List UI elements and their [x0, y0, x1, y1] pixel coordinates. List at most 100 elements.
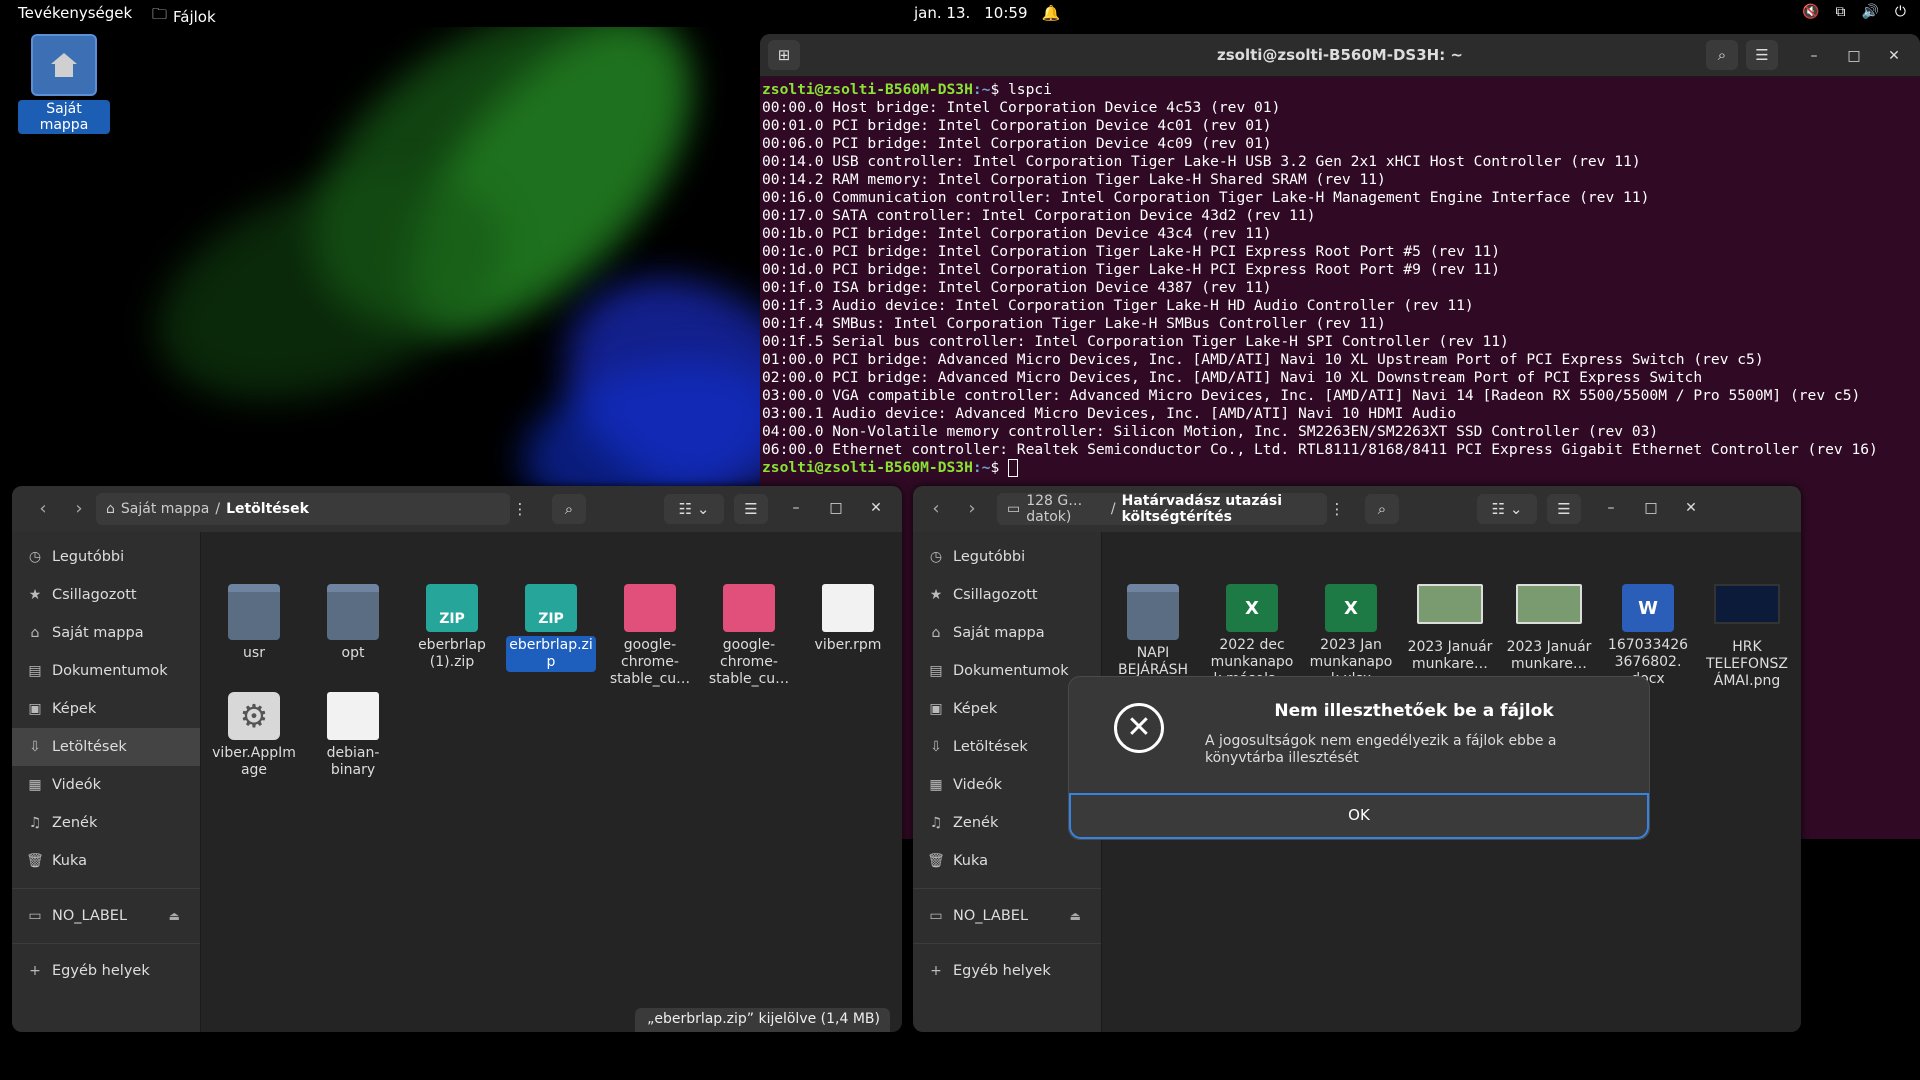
sidebar-item-starred[interactable]: ★ Csillagozott	[12, 576, 200, 614]
back-button[interactable]: ‹	[28, 495, 58, 523]
sidebar-item-drive[interactable]: ▭ NO_LABEL ⏏	[12, 897, 200, 935]
file-item[interactable]: W 167033426 3676802. docx	[1603, 584, 1693, 689]
maximize-button[interactable]: □	[1842, 44, 1866, 68]
search-button[interactable]: ⌕	[552, 494, 586, 524]
minimize-button[interactable]: –	[1599, 496, 1623, 520]
file-item[interactable]: 2023 Január munkare…	[1504, 584, 1594, 674]
sidebar-item-label: Dokumentumok	[953, 663, 1069, 679]
terminal-titlebar[interactable]: ⊞ zsolti@zsolti-B560M-DS3H: ~ ⌕ ☰ – □ ✕	[760, 34, 1920, 77]
clock[interactable]: jan. 13. 10:59 🔔	[914, 4, 1060, 22]
file-item[interactable]: viber.rpm	[803, 584, 893, 655]
music-icon: ♫	[28, 815, 42, 831]
path-menu-button[interactable]: ⋮	[508, 494, 532, 524]
sidebar-item-label: Képek	[953, 701, 998, 717]
paste-error-dialog[interactable]: ✕ Nem illeszthetőek be a fájlok A jogosu…	[1068, 676, 1650, 840]
file-item[interactable]: X2023 Jan munkanapo k.xlsx	[1306, 584, 1396, 689]
activities-button[interactable]: Tevékenységek	[18, 4, 132, 22]
sidebar-item-label: Csillagozott	[953, 587, 1038, 603]
menu-button[interactable]: ☰	[1547, 494, 1581, 524]
close-button[interactable]: ✕	[1882, 44, 1906, 68]
menu-button[interactable]: ☰	[1746, 40, 1778, 70]
view-toggle-button[interactable]: ☷ ⌄	[664, 494, 724, 524]
sidebar-item-trash[interactable]: 🗑 Kuka	[12, 842, 200, 880]
terminal-line: 00:14.2 RAM memory: Intel Corporation Ti…	[762, 171, 1386, 188]
breadcrumb-separator: /	[1110, 501, 1116, 517]
sidebar-item-recent[interactable]: ◷ Legutóbbi	[913, 538, 1101, 576]
sidebar-item-home[interactable]: ⌂ Saját mappa	[12, 614, 200, 652]
document-icon: ▤	[929, 663, 943, 679]
close-button[interactable]: ✕	[864, 496, 888, 520]
sidebar-item-home[interactable]: ⌂ Saját mappa	[913, 614, 1101, 652]
sidebar-divider	[913, 888, 1101, 889]
sidebar-item-label: Zenék	[52, 815, 98, 831]
package-icon	[723, 584, 775, 632]
file-label: viber.rpm	[814, 637, 882, 653]
sidebar-item-music[interactable]: ♫ Zenék	[12, 804, 200, 842]
sidebar-item-label: Dokumentumok	[52, 663, 168, 679]
sidebar-item-trash[interactable]: 🗑 Kuka	[913, 842, 1101, 880]
fm-header[interactable]: ‹ › ▭ 128 G… datok) / Határvadász utazás…	[913, 486, 1801, 533]
plus-icon: +	[930, 963, 942, 979]
terminal-output[interactable]: zsolti@zsolti-B560M-DS3H:~$ lspci 00:00.…	[760, 77, 1920, 477]
system-tray[interactable]: 🔇 ⧉ 🔊 ⏻	[1802, 4, 1906, 20]
sidebar-item-label: Egyéb helyek	[953, 963, 1051, 979]
sidebar-item-videos[interactable]: ▦ Videók	[12, 766, 200, 804]
file-item-selected[interactable]: ZIP eberbrlap.zip	[506, 584, 596, 672]
sidebar-item-documents[interactable]: ▤ Dokumentumok	[12, 652, 200, 690]
view-toggle-button[interactable]: ☷ ⌄	[1477, 494, 1537, 524]
path-menu-button[interactable]: ⋮	[1325, 494, 1349, 524]
sidebar-item-other-locations[interactable]: + Egyéb helyek	[913, 952, 1101, 990]
sidebar-item-downloads[interactable]: ⇩ Letöltések	[12, 728, 200, 766]
back-button[interactable]: ‹	[921, 495, 951, 523]
clock-icon: ◷	[28, 549, 42, 565]
path-bar[interactable]: ▭ 128 G… datok) / Határvadász utazási kö…	[997, 493, 1327, 525]
breadcrumb-root[interactable]: Saját mappa	[121, 501, 209, 517]
sidebar-item-other-locations[interactable]: + Egyéb helyek	[12, 952, 200, 990]
minimize-button[interactable]: –	[1802, 44, 1826, 68]
dialog-title: Nem illeszthetőek be a fájlok	[1274, 701, 1554, 721]
breadcrumb-current[interactable]: Határvadász utazási költségtérítés	[1122, 493, 1327, 525]
file-item[interactable]: google-chrome-stable_cu…	[704, 584, 794, 689]
text-file-icon	[327, 692, 379, 740]
maximize-button[interactable]: □	[824, 496, 848, 520]
search-icon: ⌕	[564, 500, 574, 518]
menu-button[interactable]: ☰	[734, 494, 768, 524]
forward-button[interactable]: ›	[957, 495, 987, 523]
breadcrumb-root[interactable]: 128 G… datok)	[1026, 493, 1105, 525]
file-item[interactable]: usr	[209, 584, 299, 663]
sidebar-item-pictures[interactable]: ▣ Képek	[12, 690, 200, 728]
file-item[interactable]: ⚙ viber.AppImage	[209, 692, 299, 780]
close-button[interactable]: ✕	[1679, 496, 1703, 520]
ok-button[interactable]: OK	[1069, 793, 1649, 839]
home-icon: ⌂	[931, 625, 941, 641]
eject-icon[interactable]: ⏏	[1070, 909, 1081, 923]
sidebar-item-recent[interactable]: ◷ Legutóbbi	[12, 538, 200, 576]
file-item[interactable]: opt	[308, 584, 398, 663]
path-bar[interactable]: ⌂ Saját mappa / Letöltések	[96, 493, 510, 525]
app-menu[interactable]: 🗀 Fájlok	[152, 4, 216, 29]
file-item[interactable]: ZIP eberbrlap (1).zip	[407, 584, 497, 672]
file-item[interactable]: X2022 dec munkanapo k másola…	[1207, 584, 1297, 689]
fm-content[interactable]: usr opt ZIP eberbrlap (1).zip ZIP eberbrla…	[201, 532, 902, 1032]
file-item[interactable]: HRK TELEFONSZ ÁMAI.png	[1702, 584, 1792, 691]
breadcrumb-current[interactable]: Letöltések	[226, 501, 309, 517]
maximize-button[interactable]: □	[1639, 496, 1663, 520]
eject-icon[interactable]: ⏏	[169, 909, 180, 923]
file-manager-downloads[interactable]: ‹ › ⌂ Saját mappa / Letöltések ⋮ ⌕ ☷ ⌄ ☰…	[12, 486, 902, 1032]
sidebar-item-starred[interactable]: ★ Csillagozott	[913, 576, 1101, 614]
download-icon: ⇩	[930, 739, 942, 755]
fm-sidebar[interactable]: ◷ Legutóbbi ★ Csillagozott ⌂ Saját mappa ▤ D…	[12, 532, 201, 1032]
file-label: HRK TELEFONSZ ÁMAI.png	[1705, 639, 1789, 689]
minimize-button[interactable]: –	[784, 496, 808, 520]
sidebar-item-label: Videók	[52, 777, 102, 793]
terminal-line: 00:16.0 Communication controller: Intel …	[762, 189, 1650, 206]
search-button[interactable]: ⌕	[1365, 494, 1399, 524]
sidebar-item-drive[interactable]: ▭ NO_LABEL ⏏	[913, 897, 1101, 935]
file-item[interactable]: google-chrome-stable_cu…	[605, 584, 695, 689]
search-button[interactable]: ⌕	[1706, 40, 1738, 70]
forward-button[interactable]: ›	[64, 495, 94, 523]
desktop-home-folder[interactable]: Saját mappa	[18, 34, 110, 134]
file-item[interactable]: 2023 Január munkare…	[1405, 584, 1495, 674]
fm-header[interactable]: ‹ › ⌂ Saját mappa / Letöltések ⋮ ⌕ ☷ ⌄ ☰…	[12, 486, 902, 533]
file-item[interactable]: debian-binary	[308, 692, 398, 780]
